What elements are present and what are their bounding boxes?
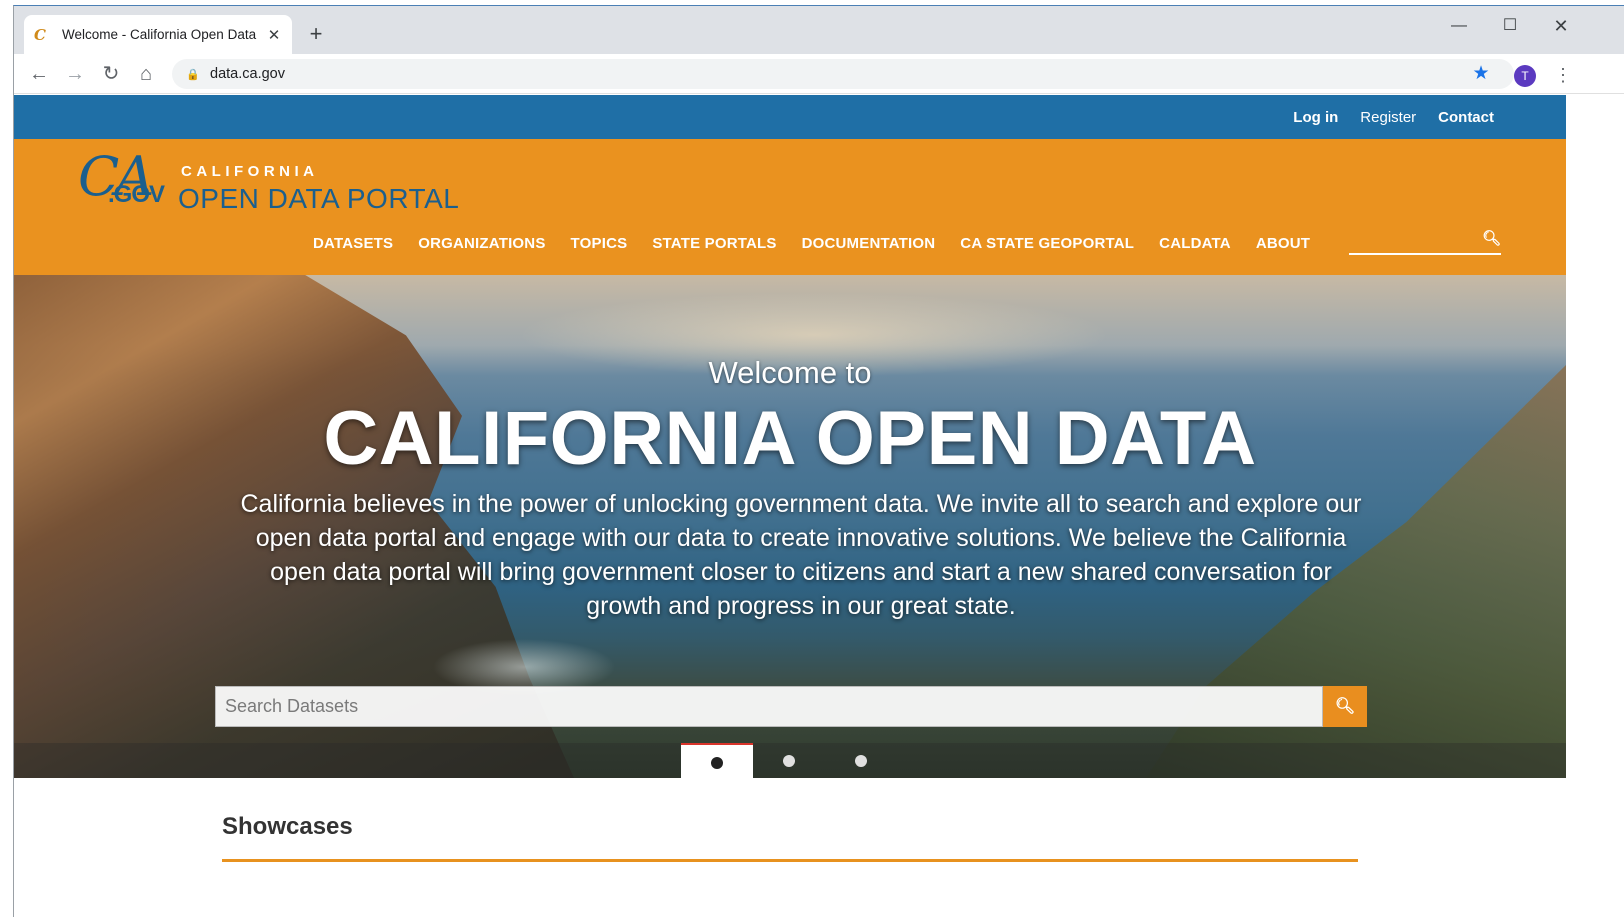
nav-ca-state-geoportal[interactable]: CA STATE GEOPORTAL — [960, 235, 1134, 252]
carousel-dot-3[interactable] — [825, 743, 897, 778]
nav-datasets[interactable]: DATASETS — [313, 235, 393, 252]
tab-strip: C Welcome - California Open Data ✕ + — ☐… — [14, 6, 1624, 54]
browser-window: C Welcome - California Open Data ✕ + — ☐… — [13, 5, 1624, 917]
main-nav: DATASETS ORGANIZATIONS TOPICS STATE PORT… — [313, 235, 1335, 252]
new-tab-button[interactable]: + — [304, 22, 328, 46]
browser-tab[interactable]: C Welcome - California Open Data ✕ — [24, 15, 292, 54]
address-url[interactable]: data.ca.gov — [210, 66, 285, 82]
home-icon[interactable]: ⌂ — [134, 62, 158, 86]
nav-documentation[interactable]: DOCUMENTATION — [802, 235, 936, 252]
address-bar[interactable]: 🔒 data.ca.gov — [172, 59, 1514, 89]
site-logo[interactable]: CA .GOV CALIFORNIA OPEN DATA PORTAL — [78, 147, 478, 217]
showcases-heading: Showcases — [222, 813, 353, 840]
utility-bar: Log in Register Contact — [14, 95, 1566, 139]
close-window-button[interactable]: ✕ — [1546, 14, 1576, 38]
tab-title: Welcome - California Open Data — [62, 27, 257, 42]
hero-banner: Welcome to CALIFORNIA OPEN DATA Californ… — [14, 275, 1566, 778]
lock-icon: 🔒 — [186, 69, 200, 81]
header-search-input[interactable]: 🔍︎ — [1349, 227, 1501, 255]
contact-link[interactable]: Contact — [1438, 109, 1494, 126]
menu-icon[interactable]: ⋮ — [1554, 64, 1572, 88]
nav-caldata[interactable]: CALDATA — [1159, 235, 1231, 252]
login-link[interactable]: Log in — [1293, 109, 1338, 126]
browser-toolbar: ← → ↻ ⌂ 🔒 data.ca.gov ★ T ⋮ — [14, 54, 1624, 94]
showcases-section: Showcases — [222, 813, 1358, 862]
carousel-indicators — [14, 743, 1566, 778]
carousel-dot-marker — [783, 755, 795, 767]
carousel-dot-marker — [711, 757, 723, 769]
tab-close-icon[interactable]: ✕ — [266, 26, 282, 44]
search-icon[interactable]: 🔍︎ — [1482, 229, 1501, 247]
ca-favicon-icon: C — [34, 25, 46, 44]
hero-title: CALIFORNIA OPEN DATA — [323, 396, 1257, 481]
dataset-search: 🔍︎ — [215, 686, 1367, 727]
carousel-dot-1[interactable] — [681, 743, 753, 778]
logo-bottom-line: OPEN DATA PORTAL — [178, 183, 460, 214]
nav-about[interactable]: ABOUT — [1256, 235, 1310, 252]
nav-organizations[interactable]: ORGANIZATIONS — [418, 235, 545, 252]
hero-description: California believes in the power of unlo… — [240, 490, 1362, 620]
showcases-divider — [222, 859, 1358, 862]
back-icon[interactable]: ← — [27, 62, 51, 86]
forward-icon[interactable]: → — [63, 62, 87, 86]
minimize-window-button[interactable]: — — [1444, 14, 1474, 38]
star-icon[interactable]: ★ — [1470, 62, 1492, 86]
register-link[interactable]: Register — [1360, 109, 1416, 126]
carousel-dot-2[interactable] — [753, 743, 825, 778]
search-submit-button[interactable]: 🔍︎ — [1323, 686, 1367, 727]
web-page: Log in Register Contact CA .GOV CALIFORN… — [14, 95, 1566, 917]
logo-gov: .GOV — [108, 181, 165, 208]
site-header: CA .GOV CALIFORNIA OPEN DATA PORTAL DATA… — [14, 139, 1566, 275]
search-icon: 🔍︎ — [1334, 698, 1356, 715]
reload-icon[interactable]: ↻ — [99, 62, 123, 86]
maximize-window-button[interactable]: ☐ — [1495, 14, 1525, 38]
page-right-margin — [1566, 95, 1624, 917]
nav-topics[interactable]: TOPICS — [571, 235, 628, 252]
logo-top-line: CALIFORNIA — [181, 163, 319, 180]
hero-welcome: Welcome to — [708, 355, 872, 390]
carousel-dot-marker — [855, 755, 867, 767]
search-datasets-input[interactable] — [215, 686, 1323, 727]
nav-state-portals[interactable]: STATE PORTALS — [652, 235, 776, 252]
profile-avatar[interactable]: T — [1514, 65, 1536, 87]
